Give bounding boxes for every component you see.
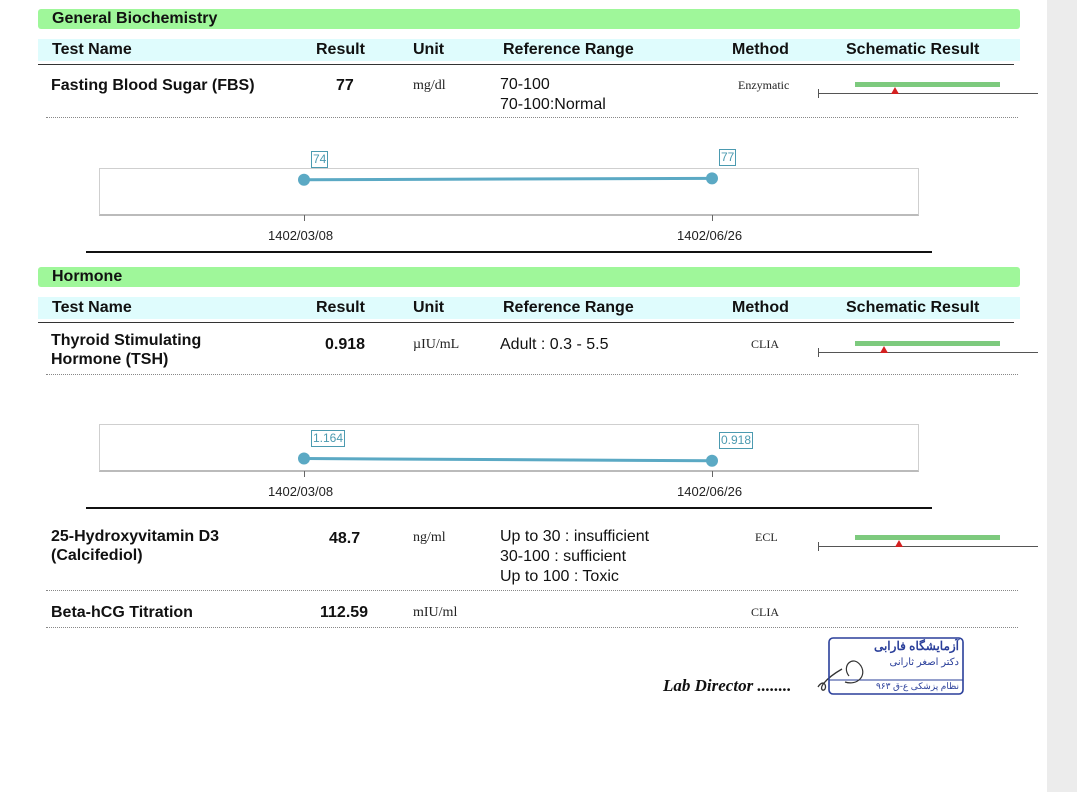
reference-line: 30-100 : sufficient: [500, 548, 627, 565]
test-name-line: (Calcifediol): [51, 547, 143, 564]
report-page: General Biochemistry Test Name Result Un…: [0, 0, 1047, 792]
trend-point: [706, 454, 718, 467]
test-name-vitamin-d: 25-Hydroxyvitamin D3 (Calcifediol): [51, 527, 219, 565]
method-vitamin-d: ECL: [755, 530, 778, 544]
reference-vitamin-d: Up to 30 : insufficient 30-100 : suffici…: [500, 527, 649, 587]
test-name-line: 25-Hydroxyvitamin D3: [51, 528, 220, 545]
x-axis-label: 1402/03/08: [268, 484, 334, 499]
schematic-vitamin-d: [818, 535, 1038, 555]
trend-line: [303, 457, 713, 463]
unit-vitamin-d: ng/ml: [413, 530, 446, 545]
x-axis-label: 1402/06/26: [677, 484, 743, 499]
section-separator: [86, 507, 932, 509]
trend-point: [298, 452, 310, 465]
test-name-beta-hcg: Beta-hCG Titration: [51, 604, 193, 621]
result-vitamin-d: 48.7: [329, 530, 361, 547]
result-marker: [895, 540, 904, 547]
trend-chart-tsh: [298, 452, 718, 467]
normal-range-bar: [855, 535, 1000, 540]
trend-value-label: 1.164: [311, 429, 346, 447]
stamp-line3: نظام پزشکی ع-ق ۹۶۳: [875, 681, 959, 691]
lab-director-label: Lab Director ........: [663, 676, 792, 695]
schematic-axis-tick: [818, 542, 819, 551]
reference-line: Up to 100 : Toxic: [500, 568, 619, 585]
lab-stamp: آزمایشگاه فارابی دکتر اصغر ثارانی نظام پ…: [827, 636, 965, 696]
page-margin: [1047, 0, 1077, 792]
x-axis-tick: [304, 471, 305, 477]
row-divider: [46, 590, 1018, 591]
schematic-axis: [818, 546, 1038, 547]
method-beta-hcg: CLIA: [751, 605, 779, 619]
x-axis-tick: [712, 471, 713, 477]
trend-value-label: 0.918: [719, 431, 754, 449]
stamp-line1: آزمایشگاه فارابی: [873, 639, 959, 653]
stamp-line2: دکتر اصغر ثارانی: [889, 657, 959, 668]
reference-line: Up to 30 : insufficient: [500, 528, 650, 545]
row-divider: [46, 627, 1018, 628]
result-beta-hcg: 112.59: [320, 604, 369, 621]
unit-beta-hcg: mIU/ml: [413, 605, 458, 620]
